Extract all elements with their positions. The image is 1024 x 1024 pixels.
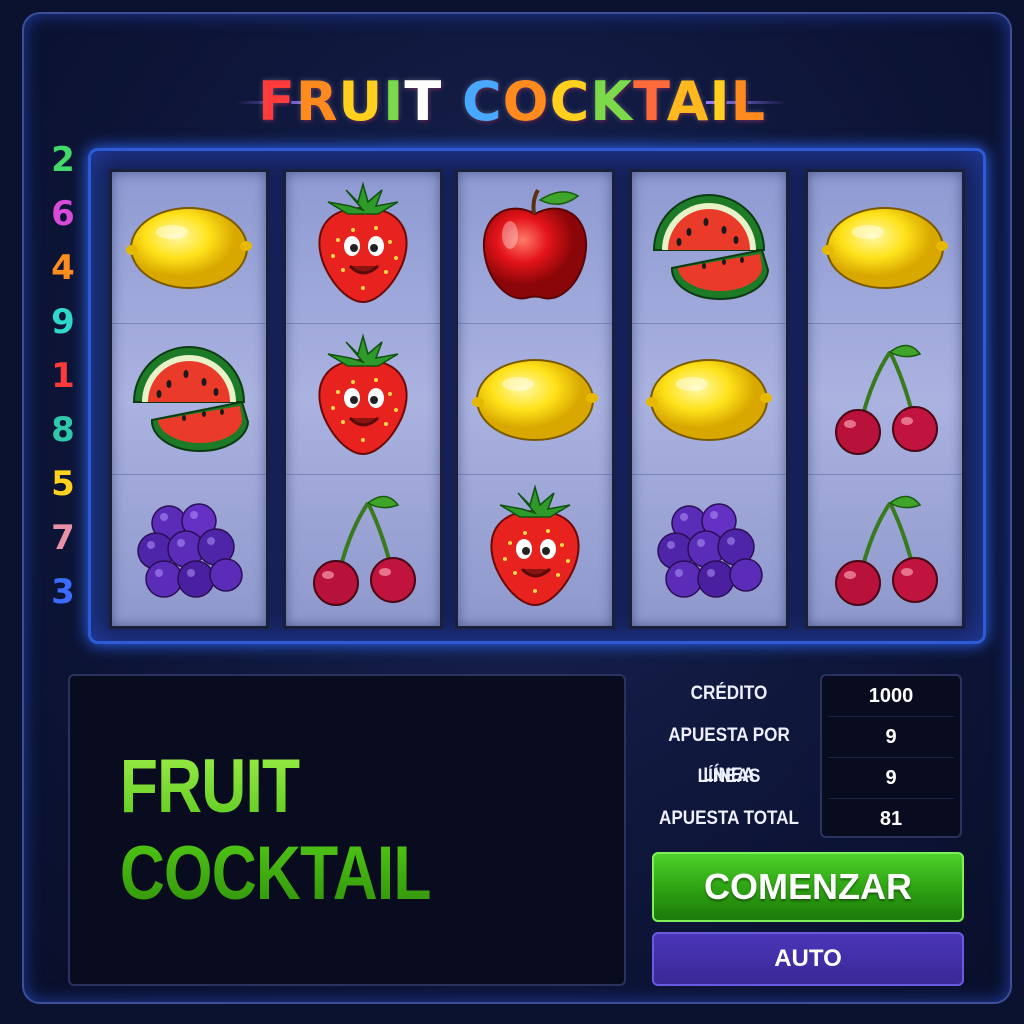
bet-per-line-value: 9 — [885, 726, 897, 748]
strawberry-icon — [298, 332, 428, 467]
reel-symbol — [808, 474, 962, 625]
title-letter: C — [549, 70, 591, 133]
grapes-icon — [124, 483, 254, 618]
reel-symbol — [286, 172, 440, 322]
reel — [283, 169, 443, 629]
start-button[interactable]: COMENZAR — [652, 852, 964, 922]
strawberry-icon — [298, 180, 428, 315]
watermelon-icon — [124, 332, 254, 467]
payline-number: 7 — [51, 518, 75, 558]
reel-symbol — [286, 323, 440, 474]
strawberry-icon — [470, 483, 600, 618]
reel — [629, 169, 789, 629]
payline-number: 3 — [51, 572, 75, 612]
title-letter: T — [404, 70, 443, 133]
reel-symbol — [286, 474, 440, 625]
title-letter: A — [666, 70, 710, 133]
message-panel: FRUIT COCKTAIL — [68, 674, 626, 986]
total-bet-label: APUESTA TOTAL — [659, 808, 799, 829]
reel-symbol — [632, 172, 786, 322]
lines-label: LÍNEAS — [697, 766, 761, 787]
game-title: FRUIT COCKTAIL — [0, 70, 1024, 134]
title-letter — [442, 70, 462, 133]
auto-button[interactable]: AUTO — [652, 932, 964, 986]
title-letter: K — [590, 70, 634, 133]
stats-values: 1000 9 9 81 — [820, 674, 962, 838]
total-bet-value: 81 — [879, 808, 903, 830]
reel-board — [88, 148, 986, 644]
lemon-icon — [820, 180, 950, 315]
title-letter: R — [295, 70, 339, 133]
reel-symbol — [458, 172, 612, 322]
watermelon-icon — [644, 180, 774, 315]
lemon-icon — [644, 332, 774, 467]
reel-symbol — [808, 172, 962, 322]
payline-number: 8 — [51, 410, 75, 450]
apple-icon — [470, 180, 600, 315]
credit-label: CRÉDITO — [690, 683, 768, 704]
reel-symbol — [112, 474, 266, 625]
cherries-icon — [820, 332, 950, 467]
reel-symbol — [808, 323, 962, 474]
grapes-icon — [644, 483, 774, 618]
reel-symbol — [112, 172, 266, 322]
lines-value: 9 — [885, 767, 897, 789]
reel-symbol — [632, 323, 786, 474]
payline-number: 6 — [51, 194, 75, 234]
reel-symbol — [112, 323, 266, 474]
payline-number: 9 — [51, 302, 75, 342]
cherries-icon — [298, 483, 428, 618]
title-letter: C — [462, 70, 503, 133]
title-letter: F — [257, 70, 296, 133]
title-letter: I — [383, 70, 405, 133]
title-letter: T — [633, 70, 667, 133]
payline-number: 5 — [51, 464, 75, 504]
lemon-icon — [124, 180, 254, 315]
lemon-icon — [470, 332, 600, 467]
payline-number: 2 — [51, 140, 75, 180]
reel-symbol — [632, 474, 786, 625]
reel — [109, 169, 269, 629]
message-text: FRUIT COCKTAIL — [120, 743, 574, 917]
payline-number: 1 — [51, 356, 75, 396]
reel-symbol — [458, 323, 612, 474]
cherries-icon — [820, 483, 950, 618]
reel — [455, 169, 615, 629]
title-letter: I — [709, 70, 731, 133]
reel — [805, 169, 965, 629]
title-letter: O — [502, 70, 550, 133]
title-letter: U — [338, 70, 384, 133]
payline-number: 4 — [51, 248, 75, 288]
title-letter: L — [730, 70, 767, 133]
reel-symbol — [458, 474, 612, 625]
credit-value: 1000 — [868, 685, 914, 707]
